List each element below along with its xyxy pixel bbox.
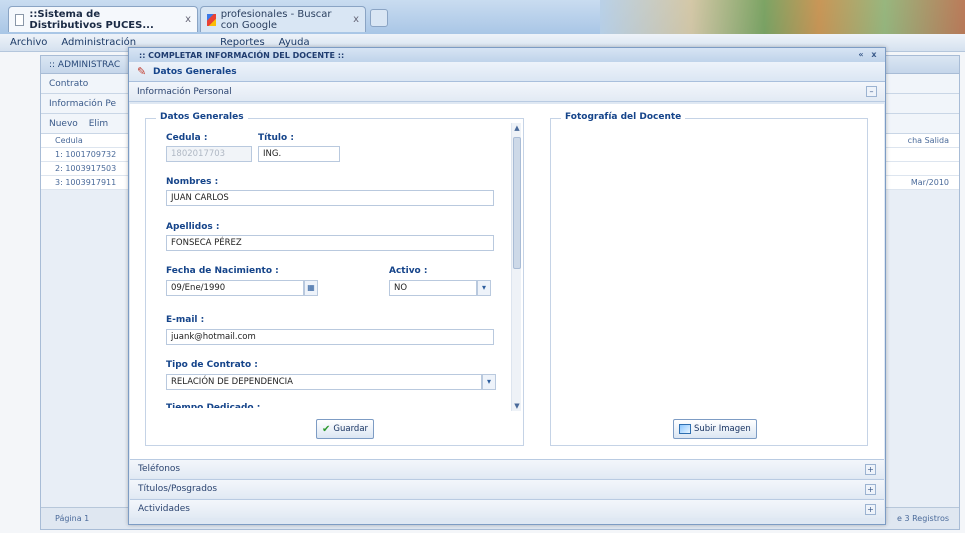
- expand-icon[interactable]: +: [865, 504, 876, 515]
- completar-informacion-modal: :: COMPLETAR INFORMACIÓN DEL DOCENTE :: …: [128, 47, 886, 525]
- fieldset-fotografia: Fotografía del Docente Subir Imagen: [550, 112, 868, 446]
- cedula-field: 1802017703: [166, 146, 252, 162]
- pager-page: Página 1: [55, 514, 90, 523]
- accordion-telefonos[interactable]: Teléfonos +: [130, 459, 884, 478]
- row-cedula: 3: 1003917911: [55, 178, 117, 187]
- close-icon[interactable]: x: [869, 50, 879, 60]
- browser-theme-banner: [600, 0, 965, 34]
- chevron-down-icon[interactable]: ▾: [477, 280, 491, 296]
- nombres-field[interactable]: JUAN CARLOS: [166, 190, 494, 206]
- collapse-panel-button[interactable]: –: [866, 86, 877, 97]
- section-datos-generales: ✎ Datos Generales: [129, 62, 885, 82]
- close-icon[interactable]: x: [353, 14, 359, 25]
- check-icon: ✔: [322, 423, 331, 435]
- accordion-label: Actividades: [138, 504, 190, 514]
- titulo-field[interactable]: ING.: [258, 146, 340, 162]
- panel-informacion-personal[interactable]: Información Personal –: [129, 82, 885, 102]
- pencil-icon: ✎: [137, 64, 147, 78]
- email-field[interactable]: juank@hotmail.com: [166, 329, 494, 345]
- cedula-label: Cedula :: [166, 133, 208, 143]
- accordion-label: Teléfonos: [138, 464, 181, 474]
- row-fecha: Mar/2010: [910, 178, 949, 187]
- new-tab-button[interactable]: [370, 9, 388, 27]
- subir-imagen-label: Subir Imagen: [694, 424, 751, 434]
- fieldset-legend: Fotografía del Docente: [561, 112, 686, 122]
- pager-count: e 3 Registros: [897, 514, 949, 523]
- row-cedula: 2: 1003917503: [55, 164, 117, 173]
- scroll-up-icon[interactable]: ▲: [512, 123, 522, 133]
- modal-title-text: :: COMPLETAR INFORMACIÓN DEL DOCENTE ::: [139, 50, 345, 60]
- activo-label: Activo :: [389, 266, 428, 276]
- titulo-label: Título :: [258, 133, 294, 143]
- tab-label: profesionales - Buscar con Google: [220, 8, 332, 31]
- google-icon: [207, 13, 216, 26]
- guardar-label: Guardar: [333, 424, 369, 434]
- menu-archivo[interactable]: Archivo: [10, 37, 47, 48]
- expand-icon[interactable]: +: [865, 464, 876, 475]
- fecha-nacimiento-label: Fecha de Nacimiento :: [166, 266, 279, 276]
- nombres-label: Nombres :: [166, 177, 219, 187]
- scrollbar-thumb[interactable]: [513, 137, 521, 269]
- email-label: E-mail :: [166, 315, 205, 325]
- accordion-actividades[interactable]: Actividades +: [130, 499, 884, 518]
- contrato-tab[interactable]: Contrato: [49, 79, 88, 89]
- section-title-text: Datos Generales: [153, 66, 237, 77]
- tipo-contrato-select[interactable]: RELACIÓN DE DEPENDENCIA: [166, 374, 482, 390]
- accordion-label: Títulos/Posgrados: [138, 484, 218, 494]
- tiempo-dedicado-label: Tiempo Dedicado :: [166, 403, 261, 413]
- nuevo-button[interactable]: Nuevo: [49, 119, 78, 129]
- scroll-down-icon[interactable]: ▼: [512, 401, 522, 411]
- browser-tabstrip: ::Sistema de Distributivos PUCES... x pr…: [0, 0, 965, 34]
- collapse-icon[interactable]: «: [856, 50, 866, 60]
- panel-title: Información Personal: [137, 86, 232, 97]
- chevron-down-icon[interactable]: ▾: [482, 374, 496, 390]
- calendar-icon[interactable]: ▦: [304, 280, 318, 296]
- menu-administracion[interactable]: Administración: [61, 37, 136, 48]
- form-scrollbar[interactable]: ▲ ▼: [511, 123, 521, 411]
- grid-header-cedula: Cedula: [55, 136, 83, 145]
- apellidos-label: Apellidos :: [166, 222, 220, 232]
- subir-imagen-button[interactable]: Subir Imagen: [673, 419, 757, 439]
- tab-label: ::Sistema de Distributivos PUCES...: [29, 8, 154, 31]
- modal-title: :: COMPLETAR INFORMACIÓN DEL DOCENTE :: …: [129, 48, 885, 62]
- fieldset-legend: Datos Generales: [156, 112, 248, 122]
- activo-select[interactable]: NO: [389, 280, 477, 296]
- tab-sistema-distributivos[interactable]: ::Sistema de Distributivos PUCES... x: [8, 6, 198, 32]
- tab-google-search[interactable]: profesionales - Buscar con Google x: [200, 6, 366, 32]
- accordion-titulos-posgrados[interactable]: Títulos/Posgrados +: [130, 479, 884, 498]
- guardar-button[interactable]: ✔ Guardar: [316, 419, 375, 439]
- image-icon: [679, 424, 691, 434]
- expand-icon[interactable]: +: [865, 484, 876, 495]
- fecha-nacimiento-field[interactable]: 09/Ene/1990: [166, 280, 304, 296]
- close-icon[interactable]: x: [185, 14, 191, 25]
- eliminar-button[interactable]: Elim: [89, 119, 108, 129]
- form-panel-body: Datos Generales Cedula : Título : 180201…: [130, 104, 884, 459]
- page-icon: [15, 13, 25, 26]
- grid-header-fecha-salida: cha Salida: [907, 136, 949, 145]
- fieldset-datos-generales: Datos Generales Cedula : Título : 180201…: [145, 112, 524, 446]
- tipo-contrato-label: Tipo de Contrato :: [166, 360, 258, 370]
- apellidos-field[interactable]: FONSECA PÉREZ: [166, 235, 494, 251]
